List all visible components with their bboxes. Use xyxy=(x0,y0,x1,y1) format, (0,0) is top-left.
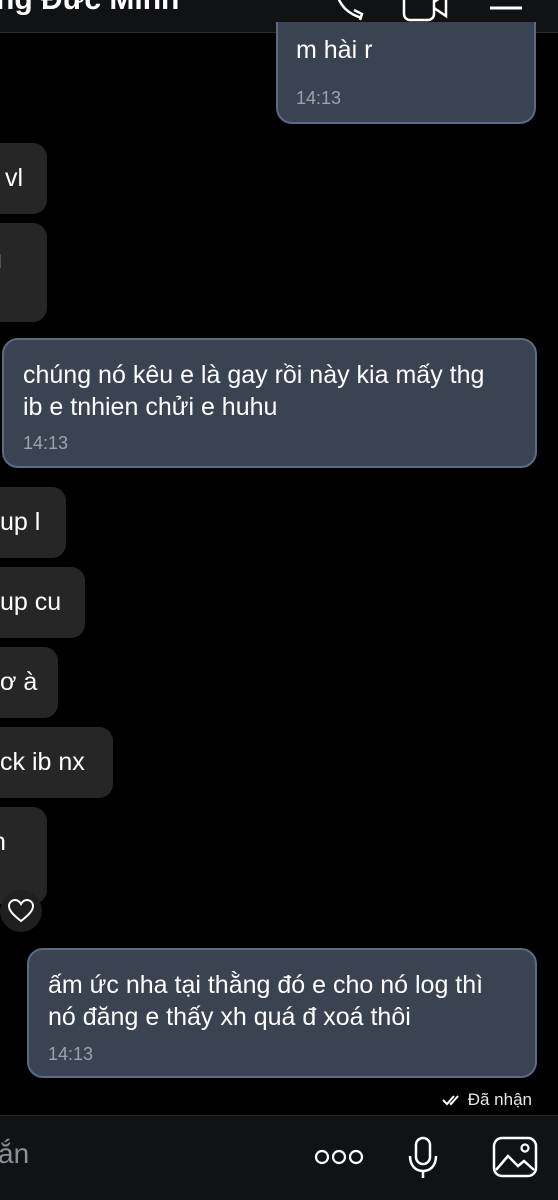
message-text: up l xyxy=(0,508,41,536)
message-text: vl xyxy=(5,164,24,192)
more-icon[interactable] xyxy=(314,1146,364,1168)
message-time: 14:13 xyxy=(48,1044,94,1064)
message-text: ib e tnhien chửi e huhu xyxy=(23,393,278,421)
contact-name[interactable]: ng Đức Minh xyxy=(0,0,179,20)
double-check-icon xyxy=(442,1095,459,1106)
message-text: ơ à xyxy=(0,668,38,696)
message-bubble-received[interactable]: up cu xyxy=(0,567,85,638)
message-time: 14:13 xyxy=(296,88,342,108)
message-bubble-received[interactable]: vl xyxy=(0,143,47,214)
image-icon[interactable] xyxy=(492,1136,538,1178)
message-text: nó đăng e thấy xh quá đ xoá thôi xyxy=(48,1003,411,1031)
message-bubble-received[interactable]: up l xyxy=(0,487,66,558)
microphone-icon[interactable] xyxy=(406,1136,440,1180)
message-text: ck ib nx xyxy=(0,748,85,776)
message-text: ấm ức nha tại thằng đó e cho nó log thì xyxy=(48,971,484,999)
delivery-status: Đã nhận xyxy=(442,1090,532,1110)
heart-reaction-icon[interactable] xyxy=(0,890,42,932)
message-text: chúng nó kêu e là gay rồi này kia mấy th… xyxy=(23,361,485,389)
message-time: 14:13 xyxy=(23,433,69,453)
delivery-status-label: Đã nhận xyxy=(467,1090,532,1109)
message-text: u xyxy=(0,245,2,275)
message-input[interactable]: ắn xyxy=(0,1138,29,1170)
message-bubble-sent[interactable]: m hài r 14:13 xyxy=(276,22,536,124)
message-bubble-sent[interactable]: chúng nó kêu e là gay rồi này kia mấy th… xyxy=(2,338,537,468)
message-text: up cu xyxy=(0,588,62,616)
message-bubble-sent[interactable]: ấm ức nha tại thằng đó e cho nó log thì … xyxy=(27,948,537,1078)
message-text: m hài r xyxy=(296,36,373,64)
message-text: n xyxy=(0,827,6,857)
composer-bar: ắn xyxy=(0,1115,558,1200)
message-bubble-received[interactable]: ơ à xyxy=(0,647,58,718)
message-bubble-received[interactable]: ck ib nx xyxy=(0,727,113,798)
message-bubble-received[interactable]: u xyxy=(0,223,47,322)
